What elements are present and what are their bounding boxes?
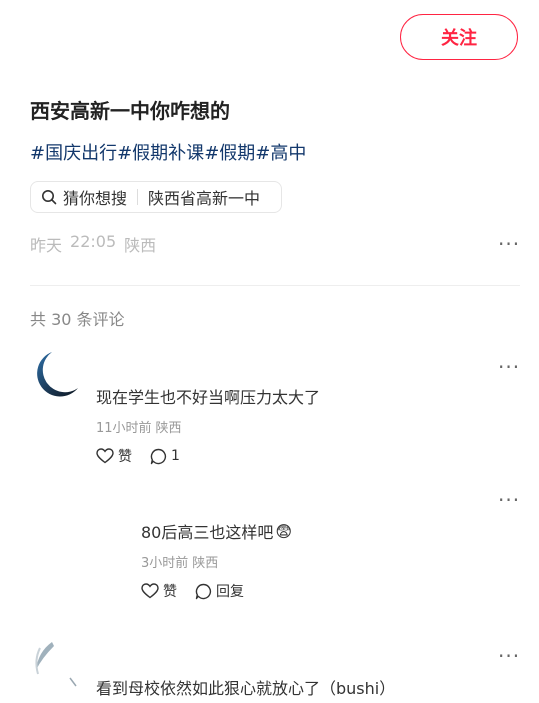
search-icon: [41, 189, 57, 205]
reply-time: 3小时前: [141, 556, 189, 571]
like-label: 赞: [163, 584, 177, 600]
reply-label: 回复: [216, 584, 244, 600]
tag-guoqing[interactable]: #国庆出行: [30, 139, 117, 165]
search-chip-query: 陕西省高新一中: [148, 189, 261, 208]
post-tags: #国庆出行 #假期补课 #假期 #高中: [30, 139, 306, 165]
comment-more-icon[interactable]: ···: [498, 646, 520, 666]
post-date: 昨天: [30, 236, 63, 255]
comment-count: 共 30 条评论: [30, 310, 125, 329]
tag-gaozhong[interactable]: #高中: [255, 139, 306, 165]
reply-text-row: 80后高三也这样吧 😨: [141, 519, 292, 543]
scared-emoji-icon: 😨: [275, 521, 293, 541]
reply-meta: 3小时前 陕西: [141, 552, 218, 571]
reply-actions: 赞 回复: [141, 581, 244, 601]
search-suggestion-chip[interactable]: 猜你想搜 陕西省高新一中: [30, 181, 282, 213]
comment-actions: 赞 1: [96, 446, 180, 466]
follow-button[interactable]: 关注: [400, 14, 518, 60]
reply-more-icon[interactable]: ···: [498, 490, 520, 510]
heart-icon: [96, 448, 114, 464]
reply-text: 80后高三也这样吧: [141, 523, 274, 542]
comment-more-icon[interactable]: ···: [498, 357, 520, 377]
comment-icon: [195, 583, 212, 600]
post-time: 22:05: [70, 232, 117, 251]
comment-text: 看到母校依然如此狠心就放心了（bushi）: [96, 679, 396, 698]
reply-location: 陕西: [192, 556, 219, 571]
comment-time: 11小时前: [96, 421, 152, 436]
post-meta: 昨天 22:05 陕西: [30, 232, 156, 256]
like-button[interactable]: 赞: [141, 581, 177, 601]
chip-divider: [137, 189, 139, 205]
avatar[interactable]: [30, 350, 80, 400]
comment-text: 现在学生也不好当啊压力太大了: [96, 388, 321, 407]
tag-buke[interactable]: #假期补课: [117, 139, 204, 165]
post-title: 西安高新一中你咋想的: [30, 99, 230, 123]
search-chip-label: 猜你想搜: [63, 189, 128, 208]
reply-count: 1: [171, 448, 180, 464]
like-label: 赞: [118, 449, 132, 465]
tag-jiaqi[interactable]: #假期: [204, 139, 255, 165]
divider: [30, 285, 520, 286]
avatar[interactable]: [30, 640, 80, 690]
like-button[interactable]: 赞: [96, 446, 132, 466]
comment-meta: 11小时前 陕西: [96, 417, 182, 436]
post-more-icon[interactable]: ···: [498, 234, 520, 254]
comment-location: 陕西: [155, 421, 182, 436]
reply-button[interactable]: 回复: [195, 581, 244, 601]
post-location: 陕西: [124, 236, 157, 255]
comment-icon: [150, 448, 167, 465]
reply-button[interactable]: 1: [150, 448, 180, 465]
heart-icon: [141, 583, 159, 599]
